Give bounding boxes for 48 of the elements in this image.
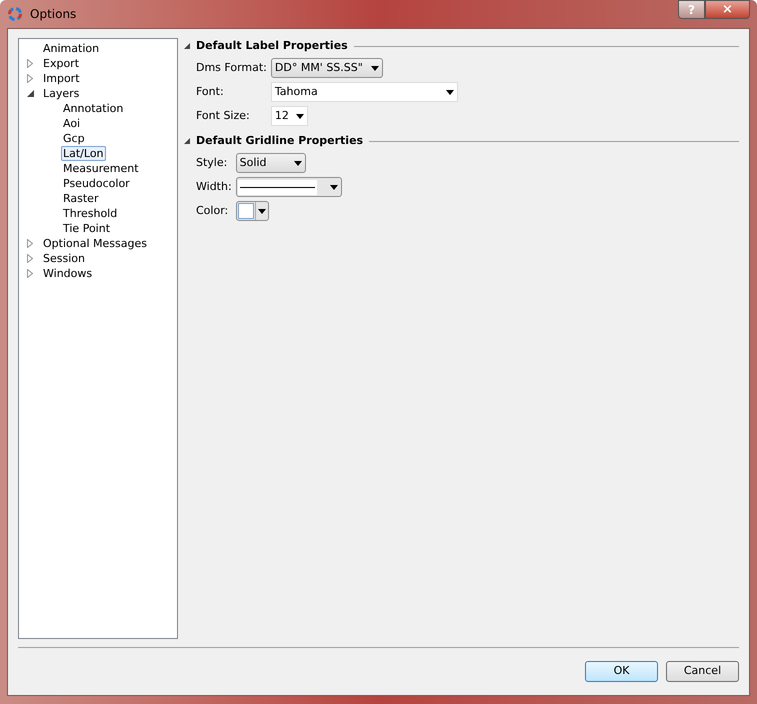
field-label: Font Size: xyxy=(196,108,251,124)
tree-item[interactable]: Windows xyxy=(41,266,94,281)
dropdown[interactable]: Solid xyxy=(236,153,306,173)
tree-item[interactable]: Raster xyxy=(61,191,100,206)
expanded-arrow-icon[interactable] xyxy=(184,138,190,144)
dialog-button[interactable]: OK xyxy=(585,661,658,682)
dialog-button[interactable]: Cancel xyxy=(666,661,739,682)
collapsed-arrow-icon[interactable] xyxy=(27,59,33,68)
field-label: Color: xyxy=(196,202,230,219)
font-size-combo-box[interactable]: 12 xyxy=(270,106,308,126)
tree-item[interactable]: Session xyxy=(41,251,87,266)
collapsed-arrow-icon[interactable] xyxy=(27,254,33,263)
tree-item[interactable]: Annotation xyxy=(61,101,126,116)
collapsed-arrow-icon[interactable] xyxy=(27,239,33,248)
color-picker-button[interactable] xyxy=(236,201,269,221)
collapsed-arrow-icon[interactable] xyxy=(27,74,33,83)
field-label: Style: xyxy=(196,154,228,171)
tree-item[interactable]: Tie Point xyxy=(61,221,112,236)
dropdown[interactable]: DD° MM' SS.SS" xyxy=(270,58,383,78)
expanded-arrow-icon[interactable] xyxy=(27,90,34,97)
tree-item[interactable]: Animation xyxy=(41,41,102,56)
font-combo-box[interactable]: Tahoma xyxy=(270,82,458,102)
expanded-arrow-icon[interactable] xyxy=(184,43,190,49)
section-heading: Default Gridline Properties xyxy=(196,132,364,149)
collapsed-arrow-icon[interactable] xyxy=(27,269,33,278)
app-logo-icon xyxy=(7,6,23,22)
tree-item[interactable]: Gcp xyxy=(61,131,87,146)
caret-icon xyxy=(446,90,454,94)
caret-icon xyxy=(258,208,266,214)
tree-item[interactable]: Layers xyxy=(41,86,82,101)
caret-icon xyxy=(296,114,304,118)
caret-icon xyxy=(330,184,338,190)
section-heading: Default Label Properties xyxy=(196,38,348,54)
tree-item[interactable]: Import xyxy=(41,71,82,86)
tree-item[interactable]: Export xyxy=(41,56,82,71)
tree-item[interactable]: Pseudocolor xyxy=(61,176,132,191)
field-label: Width: xyxy=(196,178,232,195)
window-title: Options xyxy=(30,6,76,23)
line-width-dropdown[interactable] xyxy=(236,177,342,197)
caret-icon xyxy=(370,66,379,70)
tree-item[interactable]: Optional Messages xyxy=(41,236,149,251)
tree-item[interactable]: Aoi xyxy=(61,116,82,131)
tree-item[interactable]: Threshold xyxy=(61,206,120,221)
caret-icon xyxy=(294,160,302,166)
tree-item[interactable]: Measurement xyxy=(61,161,141,176)
field-label: Font: xyxy=(196,84,225,100)
field-label: Dms Format: xyxy=(196,60,267,76)
tree-item[interactable]: Lat/Lon xyxy=(61,146,106,161)
